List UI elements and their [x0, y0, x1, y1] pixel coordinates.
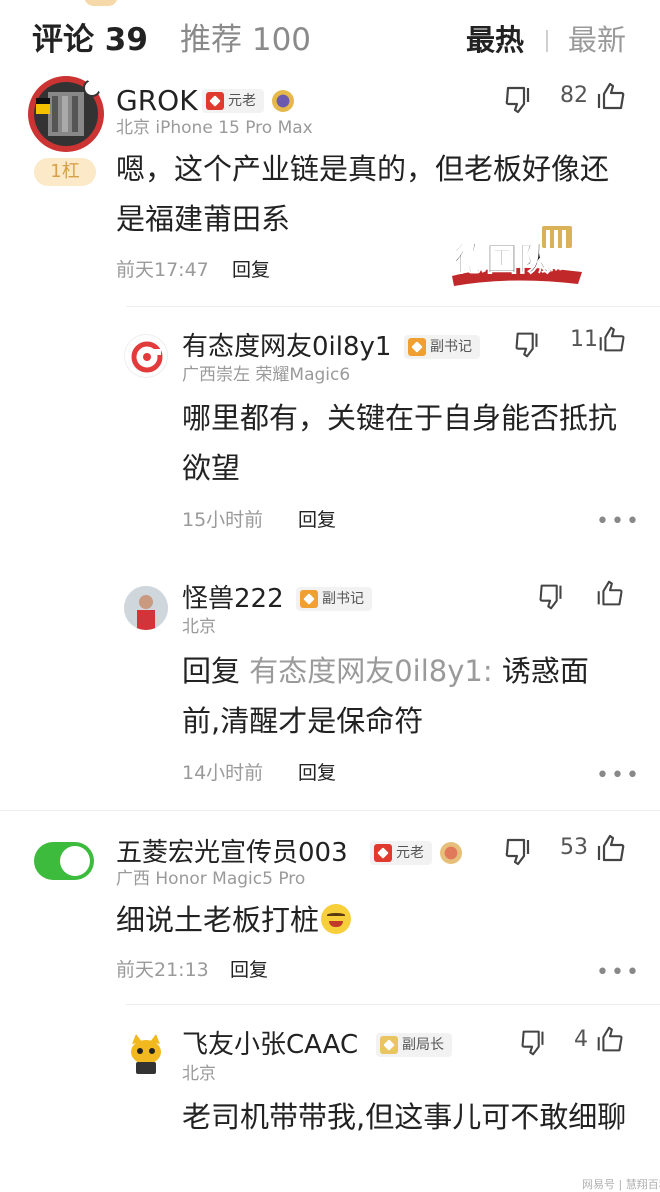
badge-icon [206, 92, 224, 110]
level-badge: 副局长 [376, 1033, 452, 1057]
reply-prefix: 回复 [182, 654, 250, 688]
comment-item: GROK 元老 北京 iPhone 15 Pro Max 1杠 嗯，这个产业链是… [0, 0, 660, 300]
divider [126, 1004, 660, 1005]
timestamp: 14小时前 [182, 762, 264, 784]
like-count: 11 [570, 327, 598, 352]
like-icon[interactable] [594, 832, 628, 866]
smile-emoji-icon [321, 904, 352, 934]
user-photo-icon [124, 586, 168, 630]
timestamp: 15小时前 [182, 509, 264, 531]
divider [0, 810, 660, 811]
reply-button[interactable]: 回复 [232, 257, 270, 283]
comment-text: 哪里都有，关键在于自身能否抵抗欲望 [182, 401, 618, 485]
badge-icon [374, 844, 392, 862]
comment-text: 细说土老板打桩 [116, 895, 616, 945]
reply-button[interactable]: 回复 [298, 760, 336, 786]
more-icon[interactable]: ••• [596, 511, 641, 533]
watermark: 网易号 | 慧翔百科 [582, 1178, 660, 1191]
avatar[interactable] [124, 586, 168, 630]
reply-button[interactable]: 回复 [298, 507, 336, 533]
toggle-knob-icon [60, 846, 90, 876]
like-icon[interactable] [596, 324, 628, 356]
level-badge: 元老 [202, 89, 264, 113]
like-count: 82 [560, 83, 588, 108]
like-icon[interactable] [594, 80, 628, 114]
comment-text: 回复 有态度网友0il8y1: 诱惑面前,清醒才是保命符 [182, 646, 622, 746]
username[interactable]: 有态度网友0il8y1 [182, 330, 391, 364]
more-icon[interactable]: ••• [596, 962, 641, 984]
timestamp: 前天17:47 [116, 259, 209, 281]
badge-icon [408, 338, 426, 356]
floor-tag: 1杠 [34, 158, 96, 186]
location-device: 北京 iPhone 15 Pro Max [116, 118, 313, 138]
netease-logo-icon [131, 341, 163, 373]
more-icon[interactable]: ••• [596, 765, 641, 787]
username[interactable]: GROK [116, 84, 198, 118]
comment-text: 老司机带带我,但这事儿可不敢细聊 [182, 1100, 627, 1134]
username[interactable]: 五菱宏光宣传员003 [116, 836, 348, 870]
badge-icon [380, 1036, 398, 1054]
avatar[interactable] [26, 74, 106, 154]
level-badge: 副书记 [404, 335, 480, 359]
medal-icon [440, 842, 462, 864]
divider [126, 306, 660, 307]
like-icon[interactable] [594, 578, 626, 610]
like-count: 4 [574, 1027, 588, 1052]
location-device: 广西 Honor Magic5 Pro [116, 869, 306, 889]
dislike-icon[interactable] [512, 328, 544, 360]
username[interactable]: 怪兽222 [182, 582, 284, 616]
avatar[interactable] [124, 1032, 168, 1076]
level-badge: 副书记 [296, 587, 372, 611]
location-device: 广西崇左 荣耀Magic6 [182, 365, 351, 385]
reply-target[interactable]: 有态度网友0il8y1: [249, 654, 492, 688]
badge-icon [300, 590, 318, 608]
reply-button[interactable]: 回复 [230, 957, 268, 983]
location: 北京 [182, 1064, 216, 1084]
medal-icon [272, 90, 294, 112]
like-icon[interactable] [594, 1024, 626, 1056]
like-count: 53 [560, 835, 588, 860]
avatar-image-icon [28, 76, 104, 152]
username[interactable]: 飞友小张CAAC [182, 1028, 358, 1062]
cartoon-cat-icon [131, 1034, 161, 1074]
germany-team-sticker: 德国队 加油! [452, 226, 582, 286]
location: 北京 [182, 617, 216, 637]
avatar[interactable] [124, 334, 168, 378]
dislike-icon[interactable] [518, 1026, 550, 1058]
dislike-icon[interactable] [536, 580, 568, 612]
timestamp: 前天21:13 [116, 959, 209, 981]
dislike-icon[interactable] [502, 82, 536, 116]
level-badge: 元老 [370, 841, 432, 865]
avatar[interactable] [34, 842, 94, 880]
dislike-icon[interactable] [502, 834, 536, 868]
